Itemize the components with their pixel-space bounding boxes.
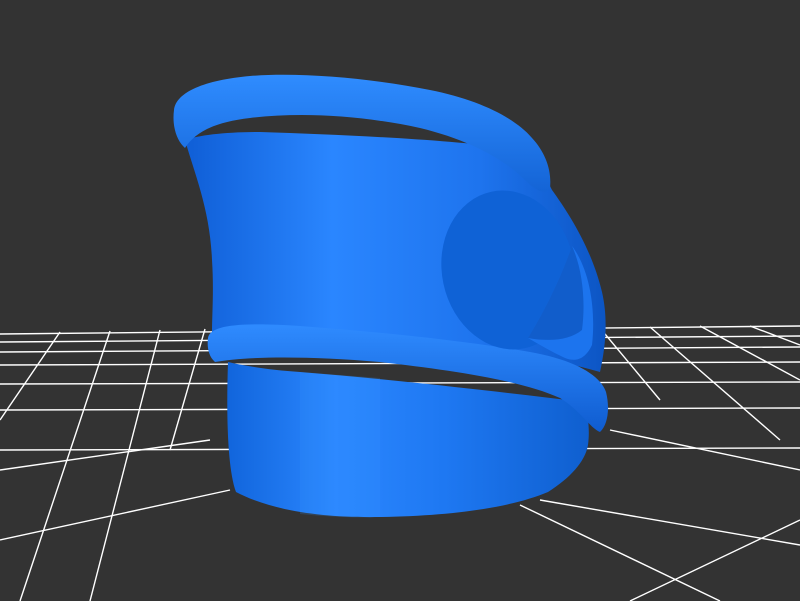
model-base-shade — [300, 372, 380, 518]
viewport-canvas[interactable] — [0, 0, 800, 601]
3d-model[interactable] — [173, 74, 608, 518]
3d-viewport[interactable] — [0, 0, 800, 601]
